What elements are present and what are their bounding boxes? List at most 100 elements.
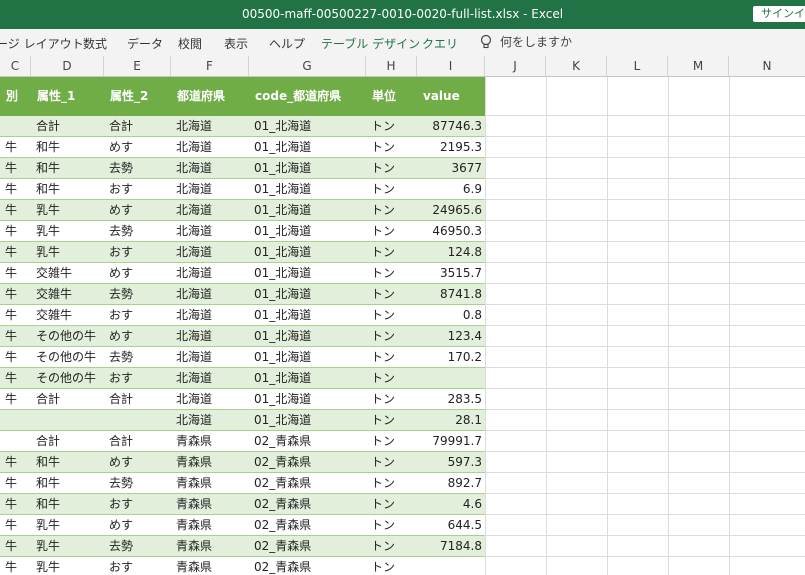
cell-e[interactable]: おす — [104, 305, 171, 326]
cell-c[interactable]: 牛 — [0, 200, 31, 221]
cell-f[interactable]: 北海道 — [171, 347, 249, 368]
cell-f[interactable]: 青森県 — [171, 452, 249, 473]
cell-e[interactable] — [104, 410, 171, 431]
header-cell-c[interactable]: 別 — [0, 77, 31, 116]
cell-h[interactable]: トン — [366, 473, 417, 494]
cell-i[interactable]: 24965.6 — [417, 200, 485, 221]
cell-c[interactable] — [0, 431, 31, 452]
header-cell-g[interactable]: code_都道府県 — [249, 77, 366, 116]
cell-d[interactable]: 和牛 — [31, 137, 104, 158]
cell-d[interactable] — [31, 410, 104, 431]
tab-review[interactable]: 校閲 — [178, 35, 202, 52]
cell-h[interactable]: トン — [366, 158, 417, 179]
column-header-h[interactable]: H — [366, 56, 417, 76]
cell-i[interactable]: 2195.3 — [417, 137, 485, 158]
cell-h[interactable]: トン — [366, 200, 417, 221]
cell-i[interactable]: 4.6 — [417, 494, 485, 515]
cell-i[interactable]: 170.2 — [417, 347, 485, 368]
column-header-j[interactable]: J — [485, 56, 546, 76]
tab-data[interactable]: データ — [127, 35, 163, 52]
cell-f[interactable]: 北海道 — [171, 179, 249, 200]
cell-g[interactable]: 01_北海道 — [249, 347, 366, 368]
tab-page-layout[interactable]: ージ レイアウト — [0, 35, 84, 52]
cell-f[interactable]: 北海道 — [171, 389, 249, 410]
cell-d[interactable]: 乳牛 — [31, 200, 104, 221]
cell-f[interactable]: 北海道 — [171, 116, 249, 137]
cell-h[interactable]: トン — [366, 326, 417, 347]
column-header-l[interactable]: L — [607, 56, 668, 76]
cell-h[interactable]: トン — [366, 389, 417, 410]
cell-i[interactable]: 3515.7 — [417, 263, 485, 284]
cell-g[interactable]: 01_北海道 — [249, 326, 366, 347]
cell-c[interactable]: 牛 — [0, 389, 31, 410]
cell-c[interactable]: 牛 — [0, 137, 31, 158]
cell-c[interactable]: 牛 — [0, 158, 31, 179]
cell-e[interactable]: 合計 — [104, 431, 171, 452]
tell-me-box[interactable]: 何をしますか — [480, 33, 572, 50]
cell-c[interactable]: 牛 — [0, 305, 31, 326]
cell-f[interactable]: 北海道 — [171, 305, 249, 326]
cell-e[interactable]: 去勢 — [104, 158, 171, 179]
cell-e[interactable]: 去勢 — [104, 536, 171, 557]
cell-f[interactable]: 北海道 — [171, 326, 249, 347]
cell-c[interactable]: 牛 — [0, 368, 31, 389]
header-cell-e[interactable]: 属性_2 — [104, 77, 171, 116]
cell-e[interactable]: 去勢 — [104, 284, 171, 305]
cell-h[interactable]: トン — [366, 452, 417, 473]
cell-g[interactable]: 01_北海道 — [249, 368, 366, 389]
header-cell-i[interactable]: value — [417, 77, 485, 116]
cell-c[interactable]: 牛 — [0, 494, 31, 515]
cell-g[interactable]: 02_青森県 — [249, 452, 366, 473]
cell-i[interactable]: 6.9 — [417, 179, 485, 200]
cell-i[interactable]: 644.5 — [417, 515, 485, 536]
cell-c[interactable]: 牛 — [0, 557, 31, 575]
cell-i[interactable]: 3677 — [417, 158, 485, 179]
cell-c[interactable]: 牛 — [0, 263, 31, 284]
cell-e[interactable]: おす — [104, 179, 171, 200]
cell-i[interactable]: 87746.3 — [417, 116, 485, 137]
cell-h[interactable]: トン — [366, 284, 417, 305]
cell-i[interactable]: 124.8 — [417, 242, 485, 263]
cell-d[interactable]: 合計 — [31, 116, 104, 137]
cell-g[interactable]: 02_青森県 — [249, 473, 366, 494]
cell-e[interactable]: 去勢 — [104, 473, 171, 494]
cell-g[interactable]: 01_北海道 — [249, 242, 366, 263]
cell-d[interactable]: 乳牛 — [31, 557, 104, 575]
header-cell-d[interactable]: 属性_1 — [31, 77, 104, 116]
cell-i[interactable]: 0.8 — [417, 305, 485, 326]
cell-d[interactable]: その他の牛 — [31, 368, 104, 389]
cell-g[interactable]: 02_青森県 — [249, 557, 366, 575]
cell-h[interactable]: トン — [366, 137, 417, 158]
cell-d[interactable]: 交雑牛 — [31, 263, 104, 284]
column-header-g[interactable]: G — [249, 56, 366, 76]
column-header-c[interactable]: C — [0, 56, 31, 76]
cell-c[interactable]: 牛 — [0, 242, 31, 263]
cell-f[interactable]: 北海道 — [171, 221, 249, 242]
cell-d[interactable]: 乳牛 — [31, 221, 104, 242]
cell-h[interactable]: トン — [366, 116, 417, 137]
tab-table-design[interactable]: テーブル デザイン — [321, 35, 420, 52]
cell-d[interactable]: 和牛 — [31, 179, 104, 200]
cell-c[interactable]: 牛 — [0, 452, 31, 473]
cell-i[interactable] — [417, 557, 485, 575]
column-header-i[interactable]: I — [417, 56, 485, 76]
cell-i[interactable] — [417, 368, 485, 389]
cell-h[interactable]: トン — [366, 347, 417, 368]
cell-f[interactable]: 青森県 — [171, 494, 249, 515]
cell-e[interactable]: おす — [104, 242, 171, 263]
cell-h[interactable]: トン — [366, 557, 417, 575]
sign-in-button[interactable]: サインイ — [753, 6, 805, 22]
cell-c[interactable]: 牛 — [0, 326, 31, 347]
cell-d[interactable]: 和牛 — [31, 473, 104, 494]
cell-c[interactable]: 牛 — [0, 536, 31, 557]
tab-formulas[interactable]: 数式 — [83, 35, 107, 52]
cell-g[interactable]: 01_北海道 — [249, 200, 366, 221]
cell-g[interactable]: 02_青森県 — [249, 431, 366, 452]
cell-c[interactable]: 牛 — [0, 347, 31, 368]
cell-f[interactable]: 北海道 — [171, 200, 249, 221]
cell-g[interactable]: 01_北海道 — [249, 263, 366, 284]
cell-d[interactable]: 合計 — [31, 389, 104, 410]
cell-g[interactable]: 01_北海道 — [249, 137, 366, 158]
tab-query[interactable]: クエリ — [422, 35, 458, 52]
cell-e[interactable]: めす — [104, 200, 171, 221]
